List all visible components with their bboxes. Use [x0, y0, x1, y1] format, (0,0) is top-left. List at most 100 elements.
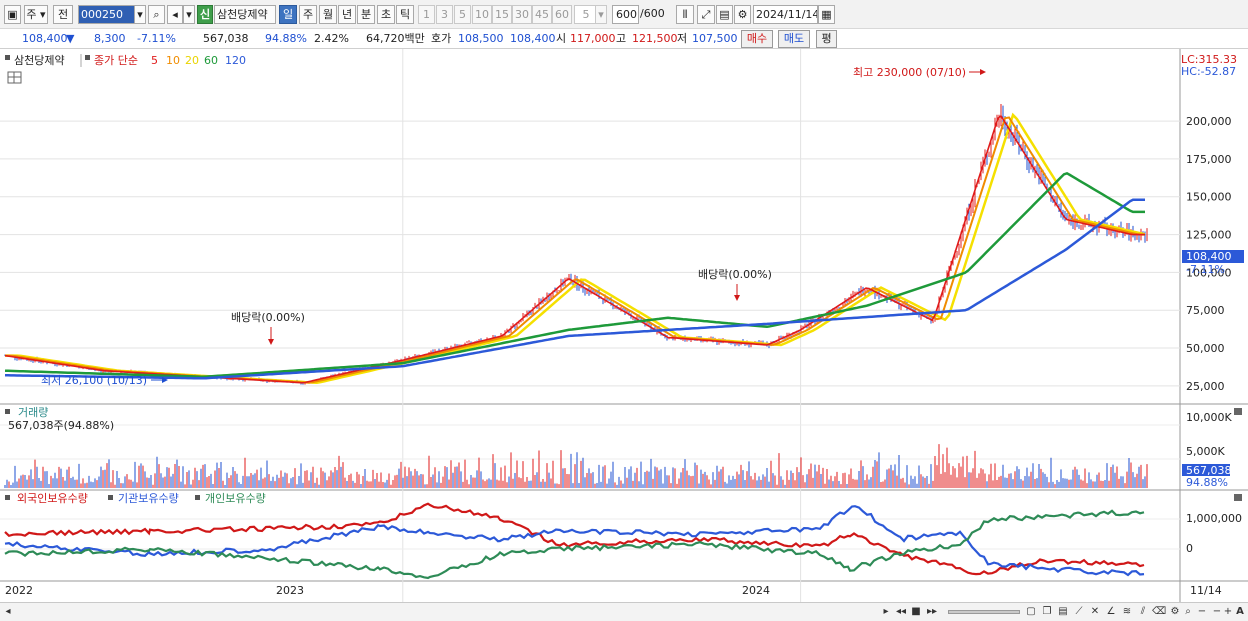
gear-icon[interactable]: ⚙ — [734, 5, 751, 24]
holding-legend-marker-3-icon — [195, 495, 200, 500]
zoom-search-icon[interactable]: ⌕ — [1182, 605, 1194, 619]
play-icon[interactable]: ▸ — [880, 605, 892, 619]
market-select[interactable]: 주 ▾ — [24, 5, 48, 24]
prev-button[interactable]: 전 — [53, 5, 73, 24]
legend-ma-prefix: 종가 단순 — [94, 54, 138, 67]
ask-price: 108,400 — [510, 32, 556, 45]
interval-5[interactable]: 5 — [454, 5, 471, 24]
tab-minute[interactable]: 분 — [357, 5, 375, 24]
interval-45[interactable]: 45 — [532, 5, 552, 24]
interval-1[interactable]: 1 — [418, 5, 435, 24]
speaker-dropdown-icon[interactable]: ▾ — [183, 5, 195, 24]
sell-button[interactable]: 매도 — [778, 30, 810, 48]
volume-title: 거래량 — [18, 406, 48, 419]
cross-line-icon[interactable]: ✕ — [1088, 605, 1102, 619]
auto-scale-icon[interactable]: A — [1234, 605, 1246, 619]
tab-week[interactable]: 주 — [299, 5, 317, 24]
buy-button[interactable]: 매수 — [741, 30, 773, 48]
rewind-icon[interactable]: ◂◂ — [894, 605, 908, 619]
window-menu-icon[interactable]: ▣ — [4, 5, 21, 24]
volume-value-text: 567,038주(94.88%) — [8, 419, 114, 432]
interval-input[interactable]: 5 — [574, 5, 596, 24]
trend-line-icon[interactable]: ⟋ — [1072, 605, 1086, 619]
zoom-slider[interactable] — [948, 610, 1020, 614]
legend-ma-5: 5 — [151, 54, 158, 67]
save-icon[interactable]: ▤ — [716, 5, 733, 24]
draw-tool-icon[interactable]: ⤢ — [697, 5, 715, 24]
trade-value: 64,720백만 — [366, 32, 425, 45]
holding-legend-marker-2-icon — [108, 495, 113, 500]
interval-10[interactable]: 10 — [472, 5, 492, 24]
calendar-icon[interactable]: ▦ — [818, 5, 835, 24]
price-y-tick: 75,000 — [1186, 304, 1225, 317]
tab-year[interactable]: 년 — [338, 5, 356, 24]
tab-month[interactable]: 월 — [319, 5, 337, 24]
layout-icon[interactable]: ▢ — [1024, 605, 1038, 619]
low-label: 저 — [677, 32, 688, 45]
legend-ma-20: 20 — [185, 54, 199, 67]
current-pct-tag: -7.11% — [1186, 263, 1225, 276]
open-label: 시 — [556, 32, 567, 45]
change-percent: -7.11% — [137, 32, 176, 45]
date-input[interactable]: 2024/11/14 — [753, 5, 818, 24]
tab-second[interactable]: 초 — [377, 5, 395, 24]
annotation-high: 최고 230,000 (07/10) — [853, 66, 966, 79]
x-label-2023: 2023 — [276, 584, 304, 597]
volume-y-tick-10000k: 10,000K — [1186, 411, 1232, 424]
quote-strip: 108,400 ▼ 8,300 -7.11% 567,038 94.88% 2.… — [0, 29, 1248, 49]
channel-icon[interactable]: ⫽ — [1136, 605, 1150, 619]
interval-30[interactable]: 30 — [512, 5, 532, 24]
annotation-dividend-1: 배당락(0.00%) — [231, 311, 305, 324]
price-y-tick: 25,000 — [1186, 380, 1225, 393]
stock-code-input[interactable]: 000250 — [78, 5, 135, 24]
zoom-in-icon[interactable]: + — [1222, 605, 1234, 619]
volume-legend-marker-icon — [5, 409, 10, 414]
forward-icon[interactable]: ▸▸ — [925, 605, 939, 619]
tab-tick[interactable]: 틱 — [396, 5, 414, 24]
current-price: 108,400 — [22, 32, 68, 45]
volume-y-tick-5000k: 5,000K — [1186, 445, 1225, 458]
price-y-tick: 125,000 — [1186, 229, 1232, 242]
turnover-rate: 2.42% — [314, 32, 349, 45]
settings-icon[interactable]: ⚙ — [1168, 605, 1182, 619]
legend-ma-120: 120 — [225, 54, 246, 67]
interval-60[interactable]: 60 — [552, 5, 572, 24]
credit-badge: 신 — [197, 5, 213, 24]
x-end-label: 11/14 — [1190, 584, 1222, 597]
main-toolbar: ▣ 주 ▾ 전 000250 ▾ ⌕ ◂ ▾ 신 삼천당제약 일 주 월 년 분… — [0, 0, 1248, 29]
count-input[interactable]: 600 — [612, 5, 639, 24]
interval-15[interactable]: 15 — [492, 5, 512, 24]
hc-label: HC:-52.87 — [1181, 65, 1236, 78]
fibo-icon[interactable]: ≋ — [1120, 605, 1134, 619]
high-price: 121,500 — [632, 32, 678, 45]
holding-close-icon[interactable] — [1234, 494, 1242, 501]
search-icon[interactable]: ⌕ — [148, 5, 165, 24]
code-dropdown-icon[interactable]: ▾ — [134, 5, 146, 24]
print-icon[interactable]: ▤ — [1056, 605, 1070, 619]
high-label: 고 — [616, 32, 627, 45]
holding-y-tick-0: 0 — [1186, 542, 1193, 555]
interval-dropdown-icon[interactable]: ▾ — [595, 5, 607, 24]
price-y-tick: 50,000 — [1186, 342, 1225, 355]
candle-type-icon[interactable]: ⫴ — [676, 5, 694, 24]
speaker-icon[interactable]: ◂ — [167, 5, 183, 24]
eval-button[interactable]: 평 — [816, 30, 837, 48]
x-label-2024: 2024 — [742, 584, 770, 597]
market-label: 주 — [26, 8, 37, 21]
current-price-tag-text: 108,400 — [1186, 250, 1232, 263]
scroll-left-icon[interactable]: ◂ — [2, 605, 14, 619]
stock-chart[interactable]: 200,000175,000150,000125,000100,00075,00… — [0, 49, 1248, 602]
zoom-out-icon[interactable]: − — [1196, 605, 1208, 619]
stop-icon[interactable]: ■ — [910, 605, 922, 619]
interval-3[interactable]: 3 — [436, 5, 453, 24]
eraser-icon[interactable]: ⌫ — [1152, 605, 1166, 619]
angle-line-icon[interactable]: ∠ — [1104, 605, 1118, 619]
price-y-tick: 150,000 — [1186, 191, 1232, 204]
holding-y-tick-1000000: 1,000,000 — [1186, 512, 1242, 525]
copy-icon[interactable]: ❐ — [1040, 605, 1054, 619]
change-arrow: ▼ — [66, 32, 75, 45]
volume-close-icon[interactable] — [1234, 408, 1242, 415]
chart-area[interactable]: 200,000 175,000 150,000 125,000 100,000 75,00… — [0, 49, 1248, 602]
tab-day[interactable]: 일 — [279, 5, 297, 24]
holding-legend-marker-icon — [5, 495, 10, 500]
